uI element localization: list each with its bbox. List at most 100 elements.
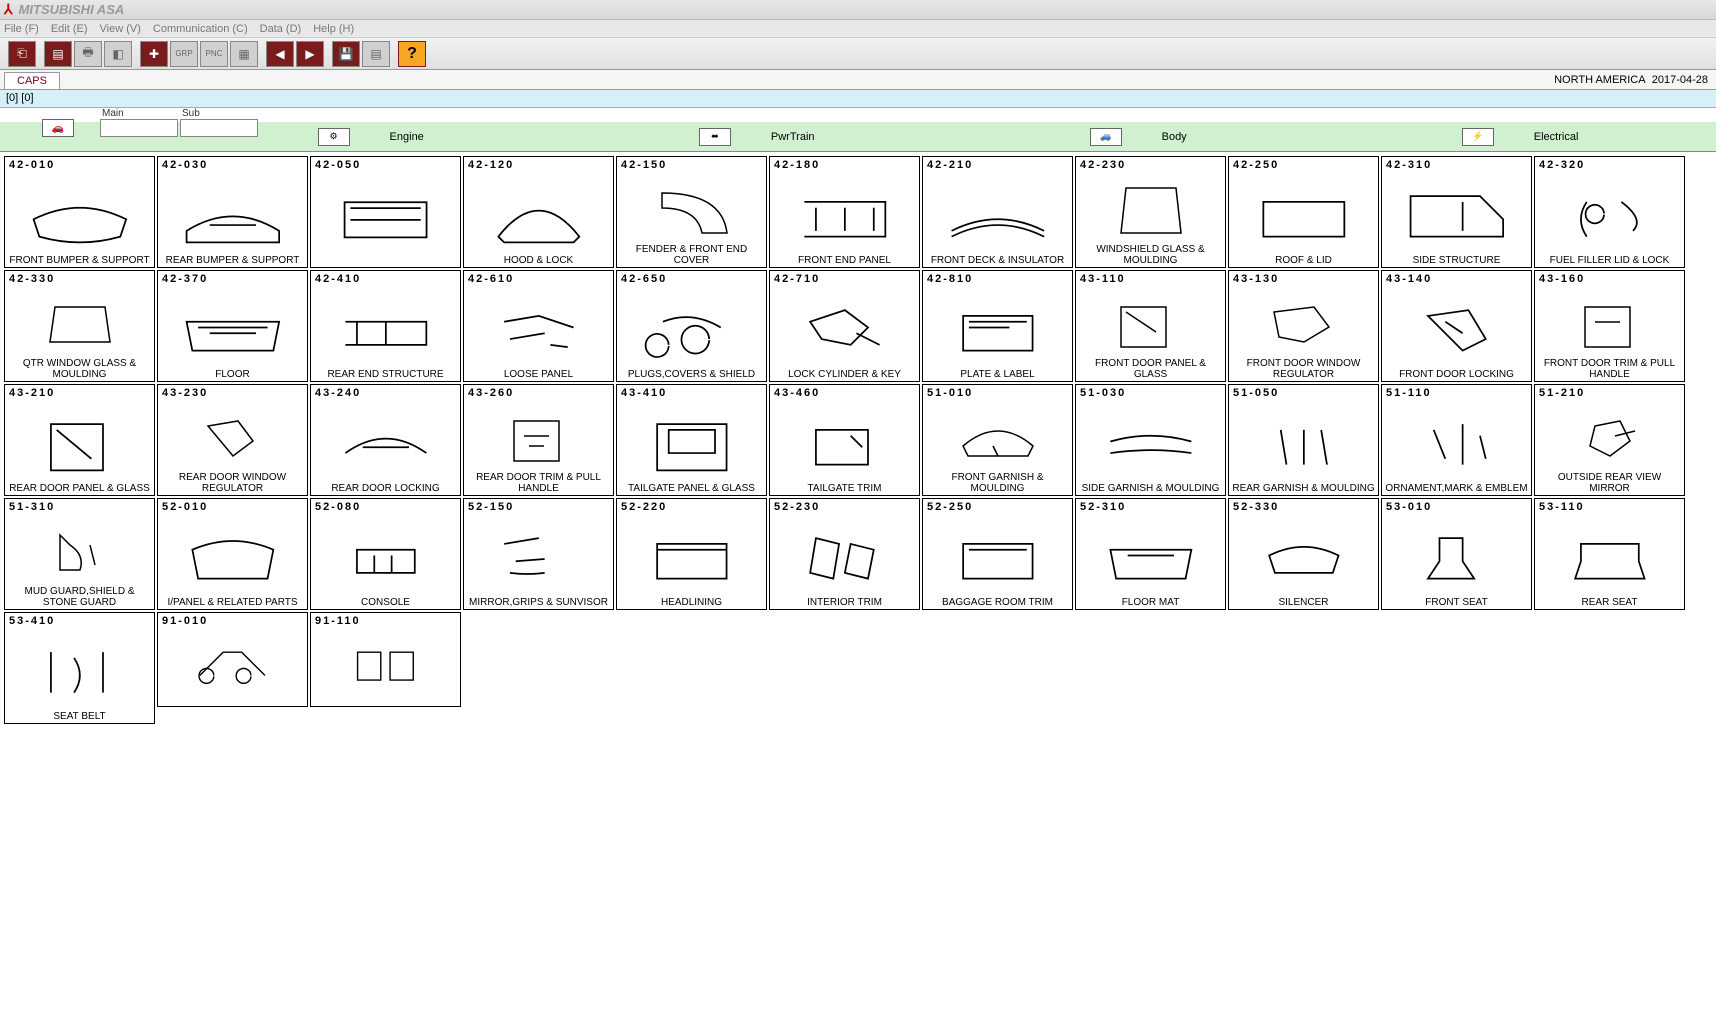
part-diagram-icon xyxy=(5,287,154,357)
part-cell[interactable]: 43-110 FRONT DOOR PANEL & GLASS xyxy=(1075,270,1226,382)
part-code: 42-180 xyxy=(770,157,919,173)
part-cell[interactable]: 51-310 MUD GUARD,SHIELD & STONE GUARD xyxy=(4,498,155,610)
toolbar-button-8[interactable]: ▦ xyxy=(230,41,258,67)
menu-help[interactable]: Help (H) xyxy=(313,23,354,35)
part-cell[interactable]: 42-180 FRONT END PANEL xyxy=(769,156,920,268)
part-cell[interactable]: 42-410 REAR END STRUCTURE xyxy=(310,270,461,382)
part-cell[interactable]: 52-150 MIRROR,GRIPS & SUNVISOR xyxy=(463,498,614,610)
toolbar-exit-button[interactable]: ⎗ xyxy=(8,41,36,67)
part-cell[interactable]: 42-210 FRONT DECK & INSULATOR xyxy=(922,156,1073,268)
part-label: CONSOLE xyxy=(311,596,460,609)
part-cell[interactable]: 91-110 xyxy=(310,612,461,707)
part-cell[interactable]: 52-010 I/PANEL & RELATED PARTS xyxy=(157,498,308,610)
category-bar: 🚗 Main Sub ⚙Engine⬌PwrTrain🚙Body⚡Electri… xyxy=(0,122,1716,152)
category-item-electrical[interactable]: ⚡Electrical xyxy=(1462,128,1579,146)
part-cell[interactable]: 42-150 FENDER & FRONT END COVER xyxy=(616,156,767,268)
info-bar: [0] [0] xyxy=(0,90,1716,108)
toolbar-pnc-button[interactable]: PNC xyxy=(200,41,228,67)
part-cell[interactable]: 42-810 PLATE & LABEL xyxy=(922,270,1073,382)
toolbar-next-button[interactable]: ▶ xyxy=(296,41,324,67)
part-diagram-icon xyxy=(1229,515,1378,596)
category-item-engine[interactable]: ⚙Engine xyxy=(318,128,424,146)
part-cell[interactable]: 52-220 HEADLINING xyxy=(616,498,767,610)
part-diagram-icon xyxy=(617,287,766,368)
part-cell[interactable]: 42-230 WINDSHIELD GLASS & MOULDING xyxy=(1075,156,1226,268)
part-label: REAR GARNISH & MOULDING xyxy=(1229,482,1378,495)
part-cell[interactable]: 43-410 TAILGATE PANEL & GLASS xyxy=(616,384,767,496)
part-code: 53-010 xyxy=(1382,499,1531,515)
part-cell[interactable]: 43-210 REAR DOOR PANEL & GLASS xyxy=(4,384,155,496)
category-item-body[interactable]: 🚙Body xyxy=(1090,128,1187,146)
part-cell[interactable]: 51-210 OUTSIDE REAR VIEW MIRROR xyxy=(1534,384,1685,496)
part-cell[interactable]: 43-140 FRONT DOOR LOCKING xyxy=(1381,270,1532,382)
part-code: 42-010 xyxy=(5,157,154,173)
part-cell[interactable]: 43-130 FRONT DOOR WINDOW REGULATOR xyxy=(1228,270,1379,382)
main-input[interactable] xyxy=(100,119,178,137)
part-cell[interactable]: 42-330 QTR WINDOW GLASS & MOULDING xyxy=(4,270,155,382)
part-cell[interactable]: 42-310 SIDE STRUCTURE xyxy=(1381,156,1532,268)
toolbar-button-2[interactable]: ▤ xyxy=(44,41,72,67)
date-text: 2017-04-28 xyxy=(1652,74,1708,86)
toolbar-help-button[interactable]: ? xyxy=(398,41,426,67)
menu-communication[interactable]: Communication (C) xyxy=(153,23,248,35)
part-diagram-icon xyxy=(464,173,613,254)
part-cell[interactable]: 42-250 ROOF & LID xyxy=(1228,156,1379,268)
part-cell[interactable]: 42-710 LOCK CYLINDER & KEY xyxy=(769,270,920,382)
part-diagram-icon xyxy=(311,629,460,694)
part-cell[interactable]: 42-320 FUEL FILLER LID & LOCK xyxy=(1534,156,1685,268)
part-label: ROOF & LID xyxy=(1229,254,1378,267)
part-cell[interactable]: 52-230 INTERIOR TRIM xyxy=(769,498,920,610)
part-cell[interactable]: 91-010 xyxy=(157,612,308,707)
part-code: 91-110 xyxy=(311,613,460,629)
part-cell[interactable]: 52-080 CONSOLE xyxy=(310,498,461,610)
part-cell[interactable]: 42-030 REAR BUMPER & SUPPORT xyxy=(157,156,308,268)
part-cell[interactable]: 52-310 FLOOR MAT xyxy=(1075,498,1226,610)
part-diagram-icon xyxy=(770,287,919,368)
toolbar-print-button[interactable]: 🖶 xyxy=(74,41,102,67)
tab-caps[interactable]: CAPS xyxy=(4,72,60,89)
part-cell[interactable]: 42-010 FRONT BUMPER & SUPPORT xyxy=(4,156,155,268)
part-code: 52-310 xyxy=(1076,499,1225,515)
toolbar-button-12[interactable]: ▤ xyxy=(362,41,390,67)
part-cell[interactable]: 43-260 REAR DOOR TRIM & PULL HANDLE xyxy=(463,384,614,496)
part-label: ORNAMENT,MARK & EMBLEM xyxy=(1382,482,1531,495)
vehicle-icon[interactable]: 🚗 xyxy=(42,119,74,137)
toolbar-prev-button[interactable]: ◀ xyxy=(266,41,294,67)
toolbar-grp-button[interactable]: GRP xyxy=(170,41,198,67)
menu-data[interactable]: Data (D) xyxy=(260,23,302,35)
part-cell[interactable]: 52-330 SILENCER xyxy=(1228,498,1379,610)
part-cell[interactable]: 42-050 xyxy=(310,156,461,268)
part-diagram-icon xyxy=(311,401,460,482)
part-cell[interactable]: 51-050 REAR GARNISH & MOULDING xyxy=(1228,384,1379,496)
part-diagram-icon xyxy=(1382,515,1531,596)
part-cell[interactable]: 53-110 REAR SEAT xyxy=(1534,498,1685,610)
part-cell[interactable]: 42-370 FLOOR xyxy=(157,270,308,382)
part-cell[interactable]: 42-120 HOOD & LOCK xyxy=(463,156,614,268)
part-cell[interactable]: 42-610 LOOSE PANEL xyxy=(463,270,614,382)
toolbar-save-button[interactable]: 💾 xyxy=(332,41,360,67)
part-cell[interactable]: 42-650 PLUGS,COVERS & SHIELD xyxy=(616,270,767,382)
part-cell[interactable]: 43-230 REAR DOOR WINDOW REGULATOR xyxy=(157,384,308,496)
category-icon: ⬌ xyxy=(699,128,731,146)
menu-view[interactable]: View (V) xyxy=(100,23,141,35)
part-cell[interactable]: 43-160 FRONT DOOR TRIM & PULL HANDLE xyxy=(1534,270,1685,382)
part-cell[interactable]: 53-010 FRONT SEAT xyxy=(1381,498,1532,610)
category-item-pwrtrain[interactable]: ⬌PwrTrain xyxy=(699,128,815,146)
menu-file[interactable]: File (F) xyxy=(4,23,39,35)
part-diagram-icon xyxy=(158,629,307,694)
part-cell[interactable]: 53-410 SEAT BELT xyxy=(4,612,155,724)
sub-input[interactable] xyxy=(180,119,258,137)
menu-edit[interactable]: Edit (E) xyxy=(51,23,88,35)
part-code: 52-150 xyxy=(464,499,613,515)
part-diagram-icon xyxy=(1076,401,1225,482)
toolbar-button-4[interactable]: ◧ xyxy=(104,41,132,67)
part-cell[interactable]: 51-030 SIDE GARNISH & MOULDING xyxy=(1075,384,1226,496)
toolbar-button-5[interactable]: ✚ xyxy=(140,41,168,67)
part-cell[interactable]: 43-460 TAILGATE TRIM xyxy=(769,384,920,496)
part-cell[interactable]: 51-110 ORNAMENT,MARK & EMBLEM xyxy=(1381,384,1532,496)
part-cell[interactable]: 43-240 REAR DOOR LOCKING xyxy=(310,384,461,496)
part-code: 43-230 xyxy=(158,385,307,401)
part-label: TAILGATE PANEL & GLASS xyxy=(617,482,766,495)
part-cell[interactable]: 51-010 FRONT GARNISH & MOULDING xyxy=(922,384,1073,496)
part-cell[interactable]: 52-250 BAGGAGE ROOM TRIM xyxy=(922,498,1073,610)
